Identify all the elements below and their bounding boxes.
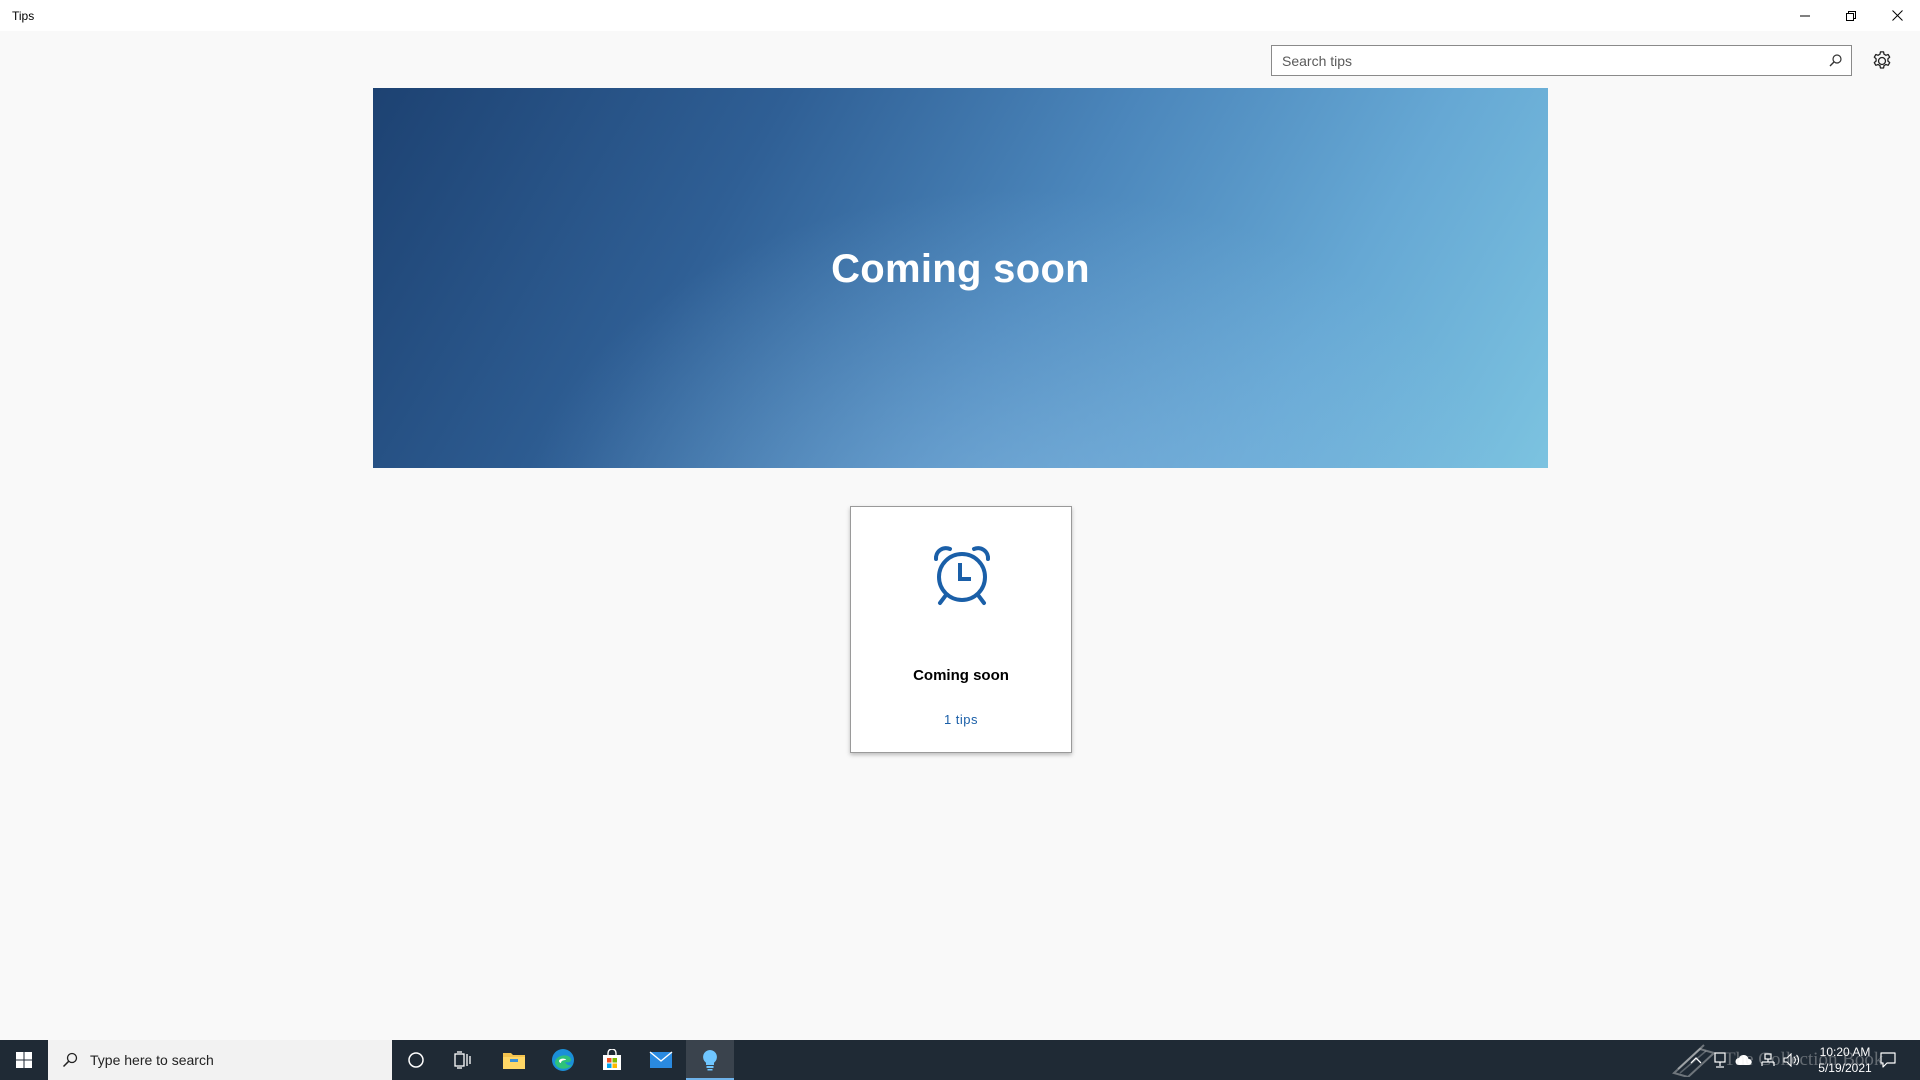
card-tip-count: 1 tips [943,712,979,727]
close-button[interactable] [1874,0,1920,31]
taskbar-search-box[interactable]: Type here to search [48,1040,392,1080]
search-button[interactable] [1819,46,1851,75]
tray-volume-button[interactable] [1780,1040,1804,1080]
show-hidden-icons-button[interactable] [1684,1040,1708,1080]
search-input[interactable] [1272,46,1819,75]
chevron-up-icon [1690,1057,1702,1064]
edge-icon [552,1049,574,1071]
cortana-button[interactable] [392,1040,440,1080]
search-box [1271,45,1852,76]
cortana-icon [408,1052,424,1068]
start-button[interactable] [0,1040,48,1080]
restore-icon [1846,10,1856,21]
tips-icon [703,1050,717,1071]
search-icon [1829,54,1842,67]
alarm-clock-icon [934,546,990,605]
action-center-button[interactable] [1870,1040,1906,1080]
file-explorer-icon [503,1053,525,1069]
store-button[interactable] [588,1040,636,1080]
windows-start-icon [16,1052,32,1068]
collection-card-coming-soon[interactable]: Coming soon 1 tips [850,506,1072,753]
taskbar: Type here to search 10:20 AM 5/19/2021 [0,1040,1920,1080]
tray-onedrive-button[interactable] [1732,1040,1756,1080]
hero-banner: Coming soon [373,88,1548,468]
hero-title: Coming soon [831,246,1090,291]
minimize-button[interactable] [1782,0,1828,31]
edge-button[interactable] [539,1040,587,1080]
settings-button[interactable] [1868,47,1896,75]
window-title: Tips [12,9,35,23]
mail-icon [649,1051,673,1068]
task-view-button[interactable] [440,1040,488,1080]
title-bar: Tips [0,0,1920,31]
task-view-icon [454,1051,471,1069]
tips-taskbar-button[interactable] [686,1040,734,1080]
speaker-icon [1783,1053,1800,1067]
clock-date: 5/19/2021 [1818,1061,1872,1075]
mail-button[interactable] [637,1040,685,1080]
notification-icon [1880,1052,1896,1068]
taskbar-search-placeholder: Type here to search [90,1052,214,1068]
search-icon [62,1052,78,1068]
close-icon [1891,10,1903,21]
file-explorer-button[interactable] [490,1040,538,1080]
device-icon [1714,1052,1726,1068]
restore-button[interactable] [1828,0,1874,31]
gear-icon [1873,51,1891,69]
clock-time: 10:20 AM [1819,1045,1871,1059]
tray-device-button[interactable] [1708,1040,1732,1080]
store-icon [603,1049,621,1070]
network-icon [1761,1053,1775,1066]
cloud-icon [1735,1054,1752,1065]
card-title: Coming soon [913,667,1009,684]
minimize-icon [1800,15,1810,16]
tray-network-button[interactable] [1756,1040,1780,1080]
